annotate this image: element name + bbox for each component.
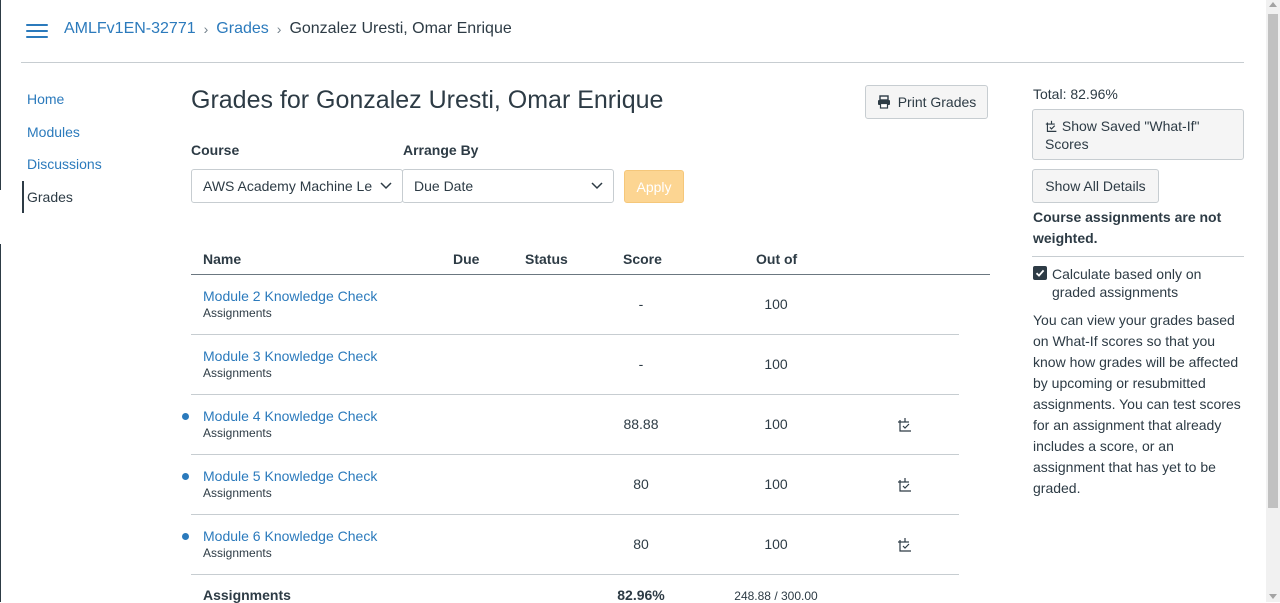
assignment-group: Assignments xyxy=(203,426,272,440)
show-whatif-button[interactable]: Show Saved "What-If" Scores xyxy=(1032,109,1244,160)
assignment-link[interactable]: Module 5 Knowledge Check xyxy=(203,468,377,484)
out-of-cell: 100 xyxy=(764,476,788,492)
unread-indicator xyxy=(182,473,189,480)
assignment-group: Assignments xyxy=(203,306,272,320)
apply-button[interactable]: Apply xyxy=(624,170,684,203)
breadcrumb-grades-link[interactable]: Grades xyxy=(216,20,268,38)
column-header-status: Status xyxy=(525,251,568,267)
score-cell[interactable]: 80 xyxy=(601,536,681,552)
revert-score-icon[interactable] xyxy=(897,537,913,553)
printer-icon xyxy=(877,95,890,109)
unread-indicator xyxy=(182,413,189,420)
column-header-score: Score xyxy=(623,251,662,267)
table-header-divider xyxy=(191,274,990,275)
total-grade: Total: 82.96% xyxy=(1033,86,1118,102)
assignment-group: Assignments xyxy=(203,546,272,560)
score-cell[interactable]: 88.88 xyxy=(601,416,681,432)
scrollbar-thumb[interactable] xyxy=(1268,14,1278,508)
weighting-note: Course assignments are not weighted. xyxy=(1033,209,1222,246)
nav-item-home[interactable]: Home xyxy=(22,88,152,121)
calculate-graded-only-checkbox[interactable] xyxy=(1033,266,1047,280)
print-grades-button[interactable]: Print Grades xyxy=(865,85,988,119)
whatif-info-text: You can view your grades based on What-I… xyxy=(1033,312,1241,496)
assignment-link[interactable]: Module 2 Knowledge Check xyxy=(203,288,377,304)
row-divider xyxy=(191,454,959,455)
show-all-details-button[interactable]: Show All Details xyxy=(1032,169,1159,203)
course-select-value: AWS Academy Machine Le xyxy=(203,178,373,194)
course-filter-label: Course xyxy=(191,142,240,158)
chevron-right-icon: › xyxy=(276,21,282,37)
nav-item-grades[interactable]: Grades xyxy=(22,180,152,219)
group-total-score: 82.96% xyxy=(617,587,665,603)
header-divider xyxy=(21,62,1244,63)
row-divider xyxy=(191,334,959,335)
window-edge-gap xyxy=(0,190,1,244)
out-of-cell: 100 xyxy=(764,296,788,312)
out-of-cell: 100 xyxy=(764,356,788,372)
course-select[interactable]: AWS Academy Machine Le xyxy=(191,169,403,203)
scroll-down-arrow-icon[interactable] xyxy=(1269,594,1277,599)
breadcrumb: AMLFv1EN-32771 › Grades › Gonzalez Urest… xyxy=(64,20,512,38)
assignment-group: Assignments xyxy=(203,486,272,500)
column-header-due: Due xyxy=(453,251,480,267)
window-edge xyxy=(0,0,1,602)
score-cell[interactable]: 80 xyxy=(601,476,681,492)
row-divider xyxy=(191,394,959,395)
score-cell[interactable]: - xyxy=(601,356,681,372)
unread-indicator xyxy=(182,533,189,540)
nav-item-discussions[interactable]: Discussions xyxy=(22,153,152,186)
revert-score-icon[interactable] xyxy=(897,477,913,493)
assignment-link[interactable]: Module 4 Knowledge Check xyxy=(203,408,377,424)
row-divider xyxy=(191,574,959,575)
score-cell[interactable]: - xyxy=(601,296,681,312)
assignment-link[interactable]: Module 3 Knowledge Check xyxy=(203,348,377,364)
column-header-name: Name xyxy=(203,251,242,267)
whatif-icon xyxy=(1045,120,1057,132)
show-whatif-label: Show Saved "What-If" Scores xyxy=(1045,118,1200,152)
calculate-graded-only-label[interactable]: Calculate based only on graded assignmen… xyxy=(1052,265,1232,301)
checkmark-icon xyxy=(1035,269,1045,277)
menu-icon[interactable] xyxy=(26,22,48,40)
column-header-out-of: Out of xyxy=(756,251,798,267)
sidebar-divider xyxy=(1032,256,1244,257)
group-total-out-of: 248.88 / 300.00 xyxy=(734,589,818,603)
breadcrumb-course-link[interactable]: AMLFv1EN-32771 xyxy=(64,20,196,38)
chevron-down-icon xyxy=(380,182,392,190)
scroll-up-arrow-icon[interactable] xyxy=(1269,2,1277,7)
chevron-down-icon xyxy=(591,182,603,190)
arrange-by-select[interactable]: Due Date xyxy=(402,169,614,203)
page-title: Grades for Gonzalez Uresti, Omar Enrique xyxy=(191,86,664,114)
assignment-group: Assignments xyxy=(203,366,272,380)
arrange-by-value: Due Date xyxy=(414,178,474,194)
arrange-by-label: Arrange By xyxy=(403,142,479,158)
out-of-cell: 100 xyxy=(764,536,788,552)
out-of-cell: 100 xyxy=(764,416,788,432)
course-nav: Home Modules Discussions Grades xyxy=(22,88,152,218)
print-grades-label: Print Grades xyxy=(897,94,977,110)
chevron-right-icon: › xyxy=(203,21,209,37)
breadcrumb-current: Gonzalez Uresti, Omar Enrique xyxy=(289,20,512,37)
row-divider xyxy=(191,514,959,515)
group-total-label: Assignments xyxy=(203,587,291,603)
nav-item-modules[interactable]: Modules xyxy=(22,121,152,154)
assignment-link[interactable]: Module 6 Knowledge Check xyxy=(203,528,377,544)
revert-score-icon[interactable] xyxy=(897,417,913,433)
